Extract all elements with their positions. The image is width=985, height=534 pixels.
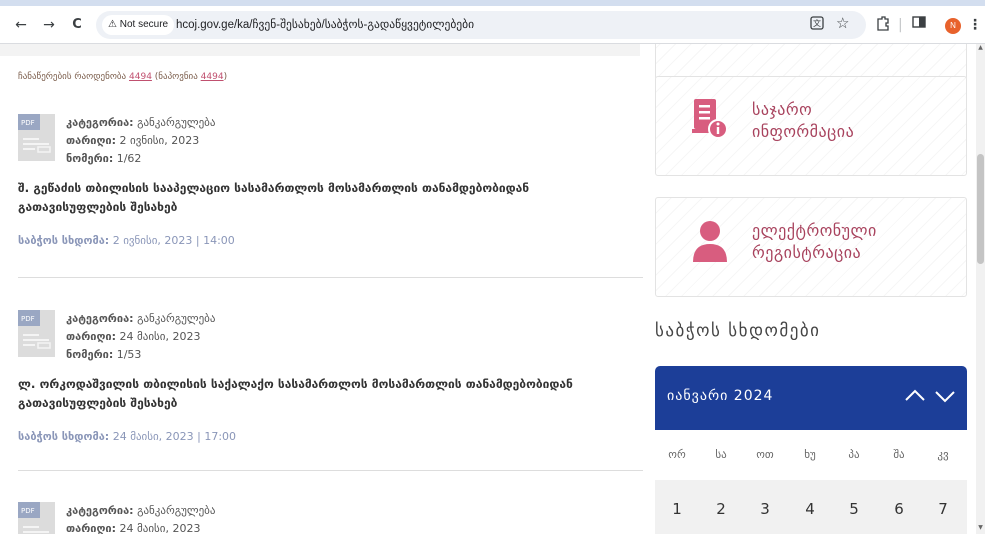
date-label: თარიღი: xyxy=(66,134,117,147)
hearings-calendar: იანვარი 2024 ორ სა ოთ ხუ პა შა კვ 1 2 3 … xyxy=(655,366,967,534)
date-value: 24 მაისი, 2023 xyxy=(119,330,201,343)
decision-entry: PDF კატეგორია: განკარგულება თარიღი: 2 ივ… xyxy=(18,114,643,278)
date-value: 2 ივნისი, 2023 xyxy=(119,134,200,147)
hearing-value: 2 ივნისი, 2023 | 14:00 xyxy=(112,234,235,247)
entry-divider xyxy=(18,277,643,278)
document-info-icon xyxy=(692,99,728,139)
records-count-line: ჩანაწერების რაოდენობა 4494 (ნაპოვნია 449… xyxy=(18,72,227,82)
weekday: კვ xyxy=(937,448,949,461)
found-label: (ნაპოვნია xyxy=(154,72,198,82)
category-label: კატეგორია: xyxy=(66,116,134,129)
weekday: შა xyxy=(893,448,905,461)
calendar-date[interactable]: 1 xyxy=(655,500,699,518)
date-label: თარიღი: xyxy=(66,522,117,534)
records-count: 4494 xyxy=(129,72,152,82)
hearing-label: საბჭოს სხდომა: xyxy=(18,430,110,443)
hearing-label: საბჭოს სხდომა: xyxy=(18,234,110,247)
hearing-line: საბჭოს სხდომა: 24 მაისი, 2023 | 17:00 xyxy=(18,430,236,443)
entry-meta: კატეგორია: განკარგულება თარიღი: 24 მაისი… xyxy=(66,310,215,364)
calendar-weekdays: ორ სა ოთ ხუ პა შა კვ xyxy=(655,430,967,480)
pdf-file-icon[interactable]: PDF xyxy=(18,114,55,161)
entry-divider xyxy=(18,470,643,471)
pdf-badge: PDF xyxy=(21,315,35,323)
date-label: თარიღი: xyxy=(66,330,117,343)
number-value: 1/62 xyxy=(116,152,142,165)
hearing-line: საბჭოს სხდომა: 2 ივნისი, 2023 | 14:00 xyxy=(18,234,235,247)
scroll-thumb[interactable] xyxy=(977,154,984,264)
decision-entry: PDF კატეგორია: განკარგულება თარიღი: 24 მ… xyxy=(18,502,643,534)
browser-toolbar: ← → C ⚠ Not secure hcoj.gov.ge/ka/ჩვენ-შ… xyxy=(0,6,985,44)
bookmark-star-icon[interactable]: ☆ xyxy=(836,14,849,32)
entry-meta: კატეგორია: განკარგულება თარიღი: 24 მაისი… xyxy=(66,502,215,534)
calendar-date[interactable]: 4 xyxy=(788,500,832,518)
pdf-badge: PDF xyxy=(21,507,35,515)
entry-title[interactable]: ლ. ორკოდაშვილის თბილისის საქალაქო სასამა… xyxy=(18,375,628,413)
public-info-label: საჯარო ინფორმაცია xyxy=(752,100,855,141)
security-label: Not secure xyxy=(119,19,169,30)
back-icon[interactable]: ← xyxy=(10,14,32,36)
reload-icon[interactable]: C xyxy=(66,14,88,36)
e-registration-card[interactable]: ელექტრონული რეგისტრაცია xyxy=(655,197,967,297)
pdf-file-icon[interactable]: PDF xyxy=(18,310,55,357)
weekday: ორ xyxy=(668,448,686,461)
category-value: განკარგულება xyxy=(137,116,216,129)
weekday: ხუ xyxy=(804,448,816,461)
calendar-date[interactable]: 7 xyxy=(921,500,965,518)
date-value: 24 მაისი, 2023 xyxy=(119,522,201,534)
sidepanel-icon[interactable] xyxy=(912,15,926,35)
toolbar-separator: | xyxy=(898,17,903,33)
found-count: 4494 xyxy=(200,72,224,82)
address-bar[interactable]: ⚠ Not secure hcoj.gov.ge/ka/ჩვენ-შესახებ… xyxy=(96,11,866,39)
weekday: პა xyxy=(848,448,860,461)
entry-title[interactable]: შ. გეწაძის თბილისის სააპელაციო სასამართლ… xyxy=(18,179,628,217)
menu-kebab-icon[interactable]: ⋮ xyxy=(968,15,982,35)
chevron-up-icon[interactable] xyxy=(903,384,927,408)
found-close: ) xyxy=(223,72,228,82)
records-label: ჩანაწერების რაოდენობა xyxy=(18,72,127,82)
weekday: სა xyxy=(715,448,727,461)
hearing-value: 24 მაისი, 2023 | 17:00 xyxy=(112,430,237,443)
page-scrollbar[interactable]: ▲ ▼ xyxy=(976,44,985,534)
user-icon xyxy=(693,221,727,262)
translate-icon[interactable]: 文 xyxy=(810,16,824,34)
pdf-badge: PDF xyxy=(21,119,35,127)
scroll-down-icon[interactable]: ▼ xyxy=(976,524,985,531)
scroll-up-icon[interactable]: ▲ xyxy=(976,44,985,51)
profile-avatar[interactable]: N xyxy=(945,18,961,34)
e-registration-label: ელექტრონული რეგისტრაცია xyxy=(752,221,877,262)
calendar-header: იანვარი 2024 xyxy=(655,366,967,430)
forward-icon[interactable]: → xyxy=(38,14,60,36)
pdf-file-icon[interactable]: PDF xyxy=(18,502,55,534)
top-band xyxy=(0,44,640,56)
category-label: კატეგორია: xyxy=(66,312,134,325)
warning-icon: ⚠ xyxy=(108,19,117,30)
extensions-icon[interactable] xyxy=(876,15,890,37)
page-content: ჩანაწერების რაოდენობა 4494 (ნაპოვნია 449… xyxy=(0,44,985,534)
url-text[interactable]: hcoj.gov.ge/ka/ჩვენ-შესახებ/საბჭოს-გადაწ… xyxy=(176,17,474,31)
category-value: განკარგულება xyxy=(137,504,216,517)
decision-entry: PDF კატეგორია: განკარგულება თარიღი: 24 მ… xyxy=(18,310,643,471)
hearings-title: საბჭოს სხდომები xyxy=(655,321,821,341)
weekday: ოთ xyxy=(756,448,774,461)
sidebar-card-top xyxy=(655,44,967,80)
calendar-dates: 1 2 3 4 5 6 7 xyxy=(655,480,967,534)
calendar-date[interactable]: 3 xyxy=(743,500,787,518)
number-label: ნომერი: xyxy=(66,348,114,361)
number-label: ნომერი: xyxy=(66,152,114,165)
calendar-date[interactable]: 6 xyxy=(877,500,921,518)
calendar-month: იანვარი 2024 xyxy=(667,388,774,404)
number-value: 1/53 xyxy=(116,348,142,361)
svg-text:文: 文 xyxy=(813,18,821,28)
chevron-down-icon[interactable] xyxy=(933,384,957,408)
browser-chrome: ← → C ⚠ Not secure hcoj.gov.ge/ka/ჩვენ-შ… xyxy=(0,0,985,44)
category-label: კატეგორია: xyxy=(66,504,134,517)
calendar-date[interactable]: 5 xyxy=(832,500,876,518)
category-value: განკარგულება xyxy=(137,312,216,325)
security-chip[interactable]: ⚠ Not secure xyxy=(102,15,175,35)
entry-meta: კატეგორია: განკარგულება თარიღი: 2 ივნისი… xyxy=(66,114,215,168)
public-info-card[interactable]: საჯარო ინფორმაცია xyxy=(655,76,967,176)
calendar-date[interactable]: 2 xyxy=(699,500,743,518)
